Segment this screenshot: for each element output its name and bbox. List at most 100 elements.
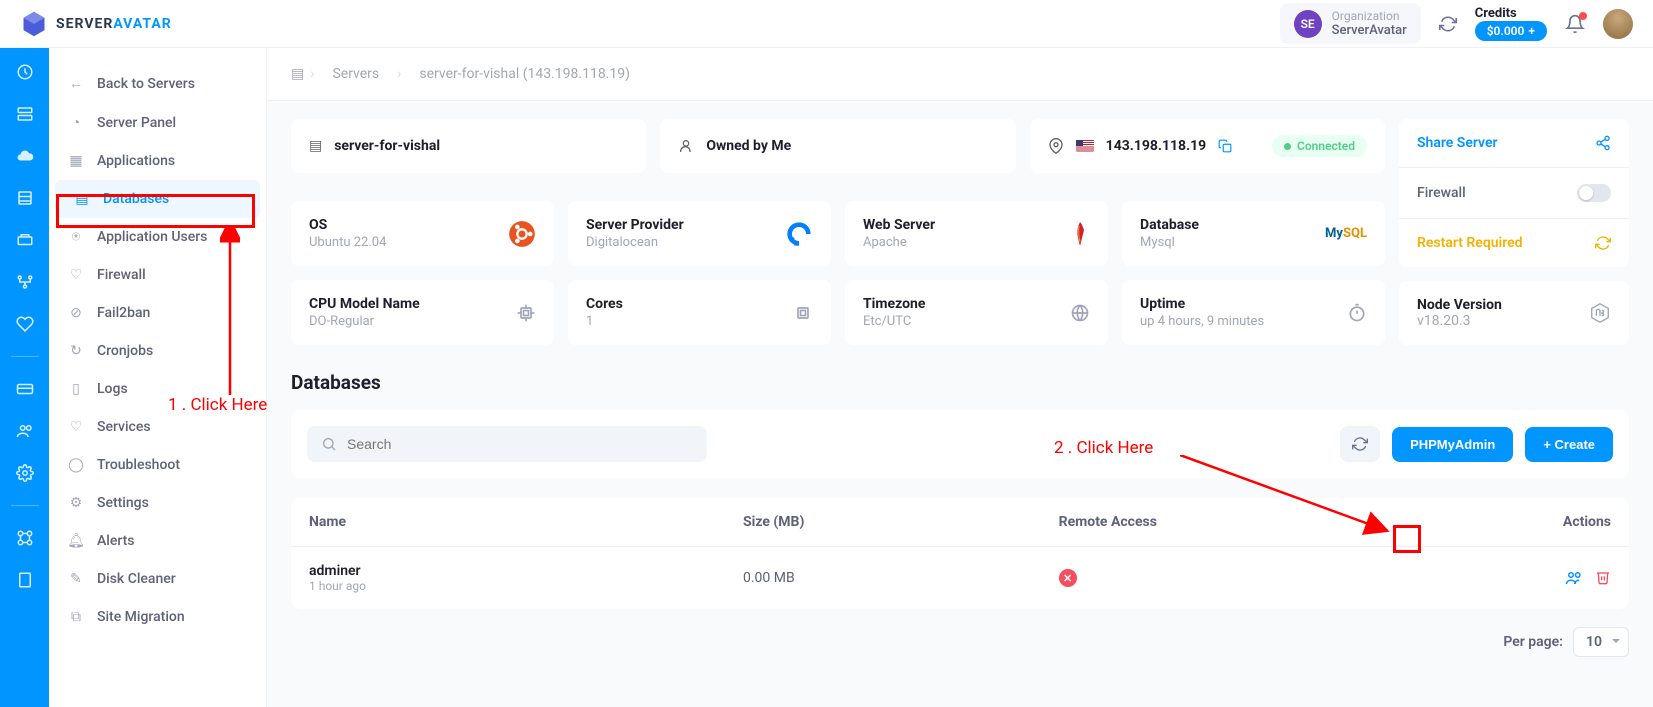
phpmyadmin-button[interactable]: PHPMyAdmin [1392,427,1513,462]
server-name-card: ▤ server-for-vishal [291,119,646,173]
grid-icon: ▦ [67,153,85,169]
user-avatar[interactable] [1603,9,1633,39]
per-page-label: Per page: [1503,634,1563,650]
org-avatar: SE [1294,10,1322,38]
user-icon [678,138,694,154]
sidebar-item-logs[interactable]: ▯Logs [49,370,266,408]
cores-card: Cores1 [568,280,831,345]
sidebar-item-alerts[interactable]: 🔔︎Alerts [49,522,266,560]
sidebar-item-databases[interactable]: ▤Databases [55,180,260,218]
sidebar-item-troubleshoot[interactable]: ◯Troubleshoot [49,446,266,484]
db-users-action-icon[interactable] [1565,569,1583,587]
database-card: DatabaseMysql MySQL [1122,201,1385,266]
firewall-toggle-row: Firewall [1399,168,1629,219]
col-actions: Actions [1414,514,1611,530]
credits-label: Credits [1475,6,1547,21]
databases-table: Name Size (MB) Remote Access Actions adm… [291,498,1629,609]
sidebar-item-applications[interactable]: ▦Applications [49,142,266,180]
server-ip: 143.198.118.19 [1106,138,1207,154]
share-server-button[interactable]: Share Server [1399,119,1629,168]
org-switcher[interactable]: SE Organization ServerAvatar [1280,3,1421,44]
logo[interactable]: SERVERAVATAR [20,10,172,38]
rail-settings-icon[interactable] [15,463,35,483]
server-name: server-for-vishal [334,138,440,154]
db-name[interactable]: adminer [309,563,743,579]
share-icon [1595,135,1611,151]
gauge-icon: ◔ [67,114,85,131]
rail-network-icon[interactable] [15,272,35,292]
search-box[interactable] [307,426,707,462]
sidebar-item-settings[interactable]: ⚙Settings [49,484,266,522]
arrow-left-icon: ← [67,75,85,92]
db-size: 0.00 MB [743,570,1059,586]
sidebar-item-services[interactable]: ♡Services [49,408,266,446]
uptime-card: Uptimeup 4 hours, 9 minutes [1122,280,1385,345]
rail-docs-icon[interactable] [15,570,35,590]
digitalocean-icon [785,220,813,248]
breadcrumb-servers[interactable]: Servers [320,62,391,86]
rail-db-icon[interactable] [15,188,35,208]
rail-team-icon[interactable] [15,421,35,441]
gear-icon: ⚙ [67,495,85,511]
db-time: 1 hour ago [309,579,743,593]
broom-icon: ✎ [67,571,85,587]
firewall-toggle[interactable] [1577,184,1611,202]
status-connected: Connected [1272,135,1367,157]
breadcrumb: ▤ › Servers › server-for-vishal (143.198… [267,48,1653,101]
globe-icon [1070,303,1090,323]
os-card: OSUbuntu 22.04 [291,201,554,266]
top-header: SERVERAVATAR SE Organization ServerAvata… [0,0,1653,48]
credits[interactable]: Credits $0.000+ [1475,6,1547,41]
org-name: ServerAvatar [1332,23,1407,38]
copy-icon: ⧉ [67,609,85,625]
server-icon: ▤ [309,138,322,154]
sidebar-item-server-panel[interactable]: ◔Server Panel [49,103,266,142]
copy-icon[interactable] [1218,139,1232,153]
sidebar-item-site-migration[interactable]: ⧉Site Migration [49,598,266,636]
restart-required[interactable]: Restart Required [1399,219,1629,267]
pagination: Per page: 10 [291,627,1629,657]
shield-icon: ♡ [67,267,85,283]
cpu-icon [793,303,813,323]
firewall-label: Firewall [1417,185,1466,201]
section-title: Databases [291,371,1629,394]
logo-text: SERVERAVATAR [56,16,172,32]
notifications-icon[interactable] [1565,14,1585,34]
per-page-select[interactable]: 10 [1573,627,1629,657]
file-icon: ▯ [67,381,85,397]
col-name: Name [309,514,743,530]
sidebar-item-fail2ban[interactable]: ⊘Fail2ban [49,294,266,332]
credits-pill[interactable]: $0.000+ [1475,21,1547,41]
flag-us-icon [1076,140,1094,152]
refresh-icon[interactable] [1439,15,1457,33]
breadcrumb-root-icon[interactable]: ▤ [291,66,304,82]
search-input[interactable] [347,436,693,452]
rail-dashboard-icon[interactable] [15,62,35,82]
rail-integrations-icon[interactable] [15,528,35,548]
sidebar-item-cronjobs[interactable]: ↻Cronjobs [49,332,266,370]
owner-card: Owned by Me [660,119,1015,173]
pin-icon [1048,138,1064,154]
create-button[interactable]: + Create [1525,427,1613,462]
nav-rail [0,48,49,707]
sidebar-item-disk-cleaner[interactable]: ✎Disk Cleaner [49,560,266,598]
delete-action-icon[interactable] [1595,569,1611,587]
apache-icon [1070,220,1090,248]
databases-section: Databases PHPMyAdmin + Create Name Size … [291,371,1629,657]
rail-storage-icon[interactable] [15,230,35,250]
rail-servers-icon[interactable] [15,104,35,124]
server-sidebar: ← Back to Servers ◔Server Panel ▦Applica… [49,48,267,707]
sidebar-item-firewall[interactable]: ♡Firewall [49,256,266,294]
webserver-card: Web ServerApache [845,201,1108,266]
rail-cloud-icon[interactable] [15,146,35,166]
logo-icon [20,10,48,38]
ubuntu-icon [508,220,536,248]
breadcrumb-server-name[interactable]: server-for-vishal (143.198.118.19) [407,62,642,86]
refresh-button[interactable] [1340,426,1380,462]
table-row: adminer 1 hour ago 0.00 MB ✕ [291,547,1629,609]
rail-billing-icon[interactable] [15,379,35,399]
back-to-servers[interactable]: ← Back to Servers [49,64,266,103]
rail-support-icon[interactable] [15,314,35,334]
sidebar-item-app-users[interactable]: ⍟Application Users [49,218,266,256]
col-remote: Remote Access [1059,514,1414,530]
